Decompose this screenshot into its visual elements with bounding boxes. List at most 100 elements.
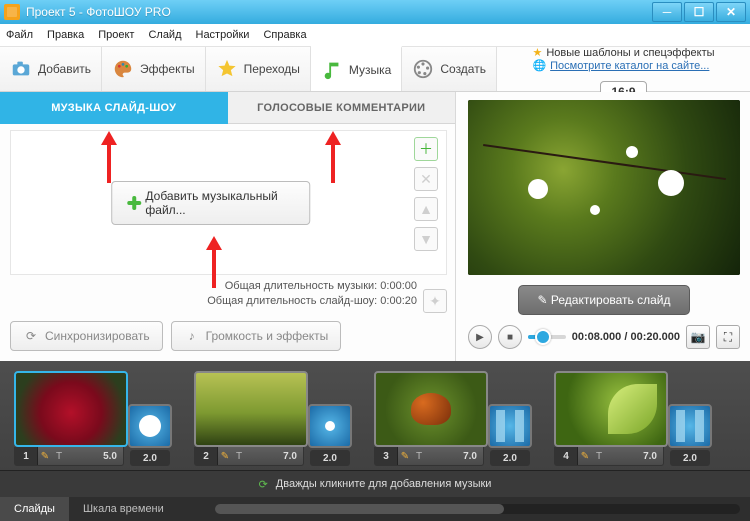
slide-number: 2: [195, 447, 218, 465]
toolbar-create[interactable]: Создать: [402, 47, 497, 91]
minimize-button[interactable]: ─: [652, 2, 682, 22]
transition-thumbnail: [668, 404, 712, 448]
toolbar-music[interactable]: Музыка: [311, 46, 402, 91]
close-button[interactable]: ✕: [716, 2, 746, 22]
transition-item[interactable]: 2.0: [490, 404, 530, 466]
toolbar-transitions-label: Переходы: [244, 62, 300, 76]
slide-group: 1✎T5.0 2.0: [14, 371, 170, 466]
pencil-icon: ✎: [38, 451, 52, 462]
playback-controls: ▶ ■ 00:08.000 / 00:20.000 📷 ⛶: [468, 325, 740, 349]
slide-item[interactable]: 4✎T7.0: [554, 371, 664, 466]
refresh-icon: ⟳: [259, 478, 268, 491]
slide-duration: 7.0: [643, 451, 663, 462]
transition-duration: 2.0: [490, 450, 530, 466]
time-current: 00:08.000: [572, 331, 622, 343]
transition-item[interactable]: 2.0: [670, 404, 710, 466]
add-music-file-button[interactable]: Добавить музыкальный файл...: [111, 181, 311, 225]
timeline-tab-scale[interactable]: Шкала времени: [69, 497, 178, 521]
toolbar-transitions[interactable]: Переходы: [206, 47, 311, 91]
slide-group: 2✎T7.0 2.0: [194, 371, 350, 466]
slide-item[interactable]: 1✎T5.0: [14, 371, 124, 466]
toolbar-create-label: Создать: [440, 62, 486, 76]
transition-duration: 2.0: [130, 450, 170, 466]
preview-viewport[interactable]: [468, 100, 740, 275]
edit-slide-button[interactable]: ✎ Редактировать слайд: [518, 285, 690, 315]
transition-thumbnail: [128, 404, 172, 448]
menu-edit[interactable]: Правка: [47, 29, 84, 41]
preview-scene: [468, 100, 740, 275]
star-small-icon: ★: [532, 47, 542, 59]
timeline-scrollbar[interactable]: [215, 504, 740, 514]
menu-slide[interactable]: Слайд: [148, 29, 181, 41]
add-music-label: Добавить музыкальный файл...: [145, 189, 295, 217]
transition-thumbnail: [308, 404, 352, 448]
seek-bar[interactable]: [528, 335, 566, 339]
toolbar-effects-label: Эффекты: [140, 62, 195, 76]
stop-button[interactable]: ■: [498, 325, 522, 349]
text-icon: T: [592, 451, 606, 462]
titlebar: Проект 5 - ФотоШОУ PRO ─ ☐ ✕: [0, 0, 750, 24]
toolbar: Добавить Эффекты Переходы Музыка Создать…: [0, 47, 750, 92]
transition-item[interactable]: 2.0: [130, 404, 170, 466]
tab-slideshow-music[interactable]: МУЗЫКА СЛАЙД-ШОУ: [0, 92, 228, 124]
app-icon: [4, 4, 20, 20]
maximize-button[interactable]: ☐: [684, 2, 714, 22]
volume-fx-button[interactable]: ♪Громкость и эффекты: [171, 321, 342, 351]
pencil-icon: ✎: [398, 451, 412, 462]
templates-link[interactable]: Посмотрите каталог на сайте...: [550, 60, 709, 72]
move-down-button[interactable]: ▼: [414, 227, 438, 251]
menu-project[interactable]: Проект: [98, 29, 134, 41]
sync-label: Синхронизировать: [45, 329, 150, 343]
magic-wand-button[interactable]: ✦: [423, 289, 447, 313]
slide-item[interactable]: 2✎T7.0: [194, 371, 304, 466]
time-total: 00:20.000: [630, 331, 680, 343]
transition-duration: 2.0: [310, 450, 350, 466]
text-icon: T: [232, 451, 246, 462]
slide-item[interactable]: 3✎T7.0: [374, 371, 484, 466]
music-track-row[interactable]: ⟳ Дважды кликните для добавления музыки: [0, 470, 750, 497]
snapshot-button[interactable]: 📷: [686, 325, 710, 349]
reel-icon: [412, 58, 434, 80]
add-track-button[interactable]: ＋: [414, 137, 438, 161]
music-side-buttons: ＋ ✕ ▲ ▼: [410, 131, 446, 274]
slide-strip[interactable]: 1✎T5.0 2.0 2✎T7.0 2.0: [0, 361, 750, 470]
slide-thumbnail: [194, 371, 308, 447]
slide-group: 3✎T7.0 2.0: [374, 371, 530, 466]
music-bottom-buttons: ⟳Синхронизировать ♪Громкость и эффекты: [0, 315, 455, 361]
toolbar-music-label: Музыка: [349, 63, 391, 77]
timeline: 1✎T5.0 2.0 2✎T7.0 2.0: [0, 361, 750, 521]
slide-number: 1: [15, 447, 38, 465]
menu-settings[interactable]: Настройки: [196, 29, 250, 41]
tab-voice-comments[interactable]: ГОЛОСОВЫЕ КОММЕНТАРИИ: [228, 92, 456, 124]
toolbar-effects[interactable]: Эффекты: [102, 47, 206, 91]
music-hint: Дважды кликните для добавления музыки: [276, 478, 492, 490]
preview-panel: ✎ Редактировать слайд ▶ ■ 00:08.000 / 00…: [456, 92, 750, 361]
slide-duration: 5.0: [103, 451, 123, 462]
music-list-area: Добавить музыкальный файл... ＋ ✕ ▲ ▼: [10, 130, 447, 275]
toolbar-add[interactable]: Добавить: [0, 47, 102, 91]
slide-thumbnail: [554, 371, 668, 447]
timeline-tab-slides[interactable]: Слайды: [0, 497, 69, 521]
slide-number: 3: [375, 447, 398, 465]
toolbar-add-label: Добавить: [38, 62, 91, 76]
move-up-button[interactable]: ▲: [414, 197, 438, 221]
music-panel: МУЗЫКА СЛАЙД-ШОУ ГОЛОСОВЫЕ КОММЕНТАРИИ Д…: [0, 92, 456, 361]
plus-icon: [126, 195, 140, 211]
transition-item[interactable]: 2.0: [310, 404, 350, 466]
menu-file[interactable]: Файл: [6, 29, 33, 41]
fullscreen-button[interactable]: ⛶: [716, 325, 740, 349]
music-tabs: МУЗЫКА СЛАЙД-ШОУ ГОЛОСОВЫЕ КОММЕНТАРИИ: [0, 92, 455, 124]
music-list-body: Добавить музыкальный файл...: [11, 131, 410, 274]
sync-button[interactable]: ⟳Синхронизировать: [10, 321, 163, 351]
volume-fx-label: Громкость и эффекты: [206, 329, 329, 343]
star-icon: [216, 58, 238, 80]
main-area: МУЗЫКА СЛАЙД-ШОУ ГОЛОСОВЫЕ КОММЕНТАРИИ Д…: [0, 92, 750, 361]
music-duration-label: Общая длительность музыки:: [225, 280, 378, 292]
templates-line1: Новые шаблоны и спецэффекты: [546, 47, 714, 59]
play-button[interactable]: ▶: [468, 325, 492, 349]
text-icon: T: [412, 451, 426, 462]
slide-group: 4✎T7.0 2.0: [554, 371, 710, 466]
remove-track-button[interactable]: ✕: [414, 167, 438, 191]
menu-help[interactable]: Справка: [263, 29, 306, 41]
camera-icon: [10, 58, 32, 80]
